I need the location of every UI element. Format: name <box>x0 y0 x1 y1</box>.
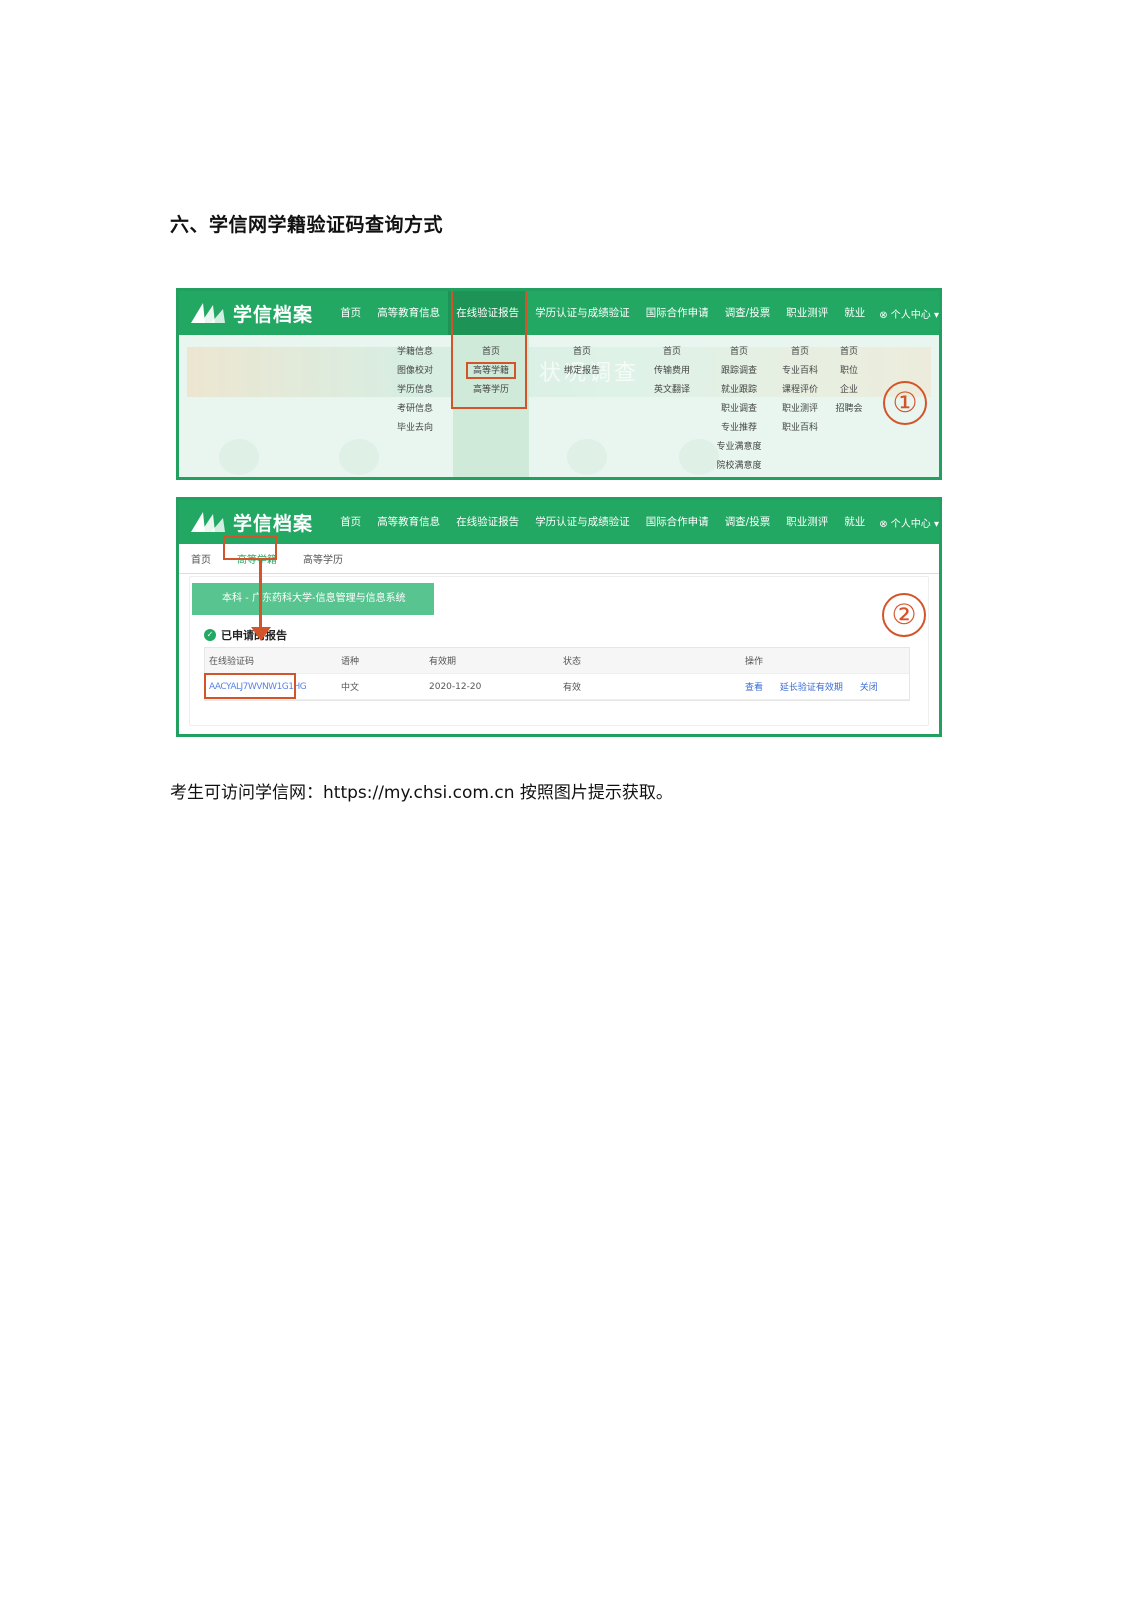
view-link[interactable]: 查看 <box>745 683 763 693</box>
nav-survey[interactable]: 调查/投票 <box>717 500 779 544</box>
col-header: 操作 <box>745 657 764 667</box>
sails-logo-icon <box>191 303 225 323</box>
applied-reports-title: ✓ 已申请的报告 <box>204 627 287 643</box>
close-link[interactable]: 关闭 <box>860 683 878 693</box>
menu-item[interactable]: 职业调查 <box>709 400 769 419</box>
bg-icon-user <box>219 439 259 475</box>
nav-intl[interactable]: 国际合作申请 <box>638 291 717 335</box>
nav-jobs[interactable]: 就业 <box>836 291 873 335</box>
nav-career-test[interactable]: 职业测评 <box>778 500 836 544</box>
subnav-home[interactable]: 首页 <box>191 551 211 566</box>
nav-dropdown-panel: 状况调查 学籍信息 图像校对 学历信息 考研信息 毕业去向 首页 高等学籍 高等… <box>179 335 939 477</box>
top-navbar: 学信档案 首页 高等教育信息 在线验证报告 学历认证与成绩验证 国际合作申请 调… <box>179 500 939 544</box>
dropdown-col-4: 首页 传输费用 英文翻译 <box>647 343 697 400</box>
menu-item[interactable]: 就业跟踪 <box>709 381 769 400</box>
expiry-cell: 2020-12-20 <box>429 681 482 692</box>
menu-item[interactable]: 院校满意度 <box>709 457 769 476</box>
table-header: 在线验证码 语种 有效期 状态 操作 <box>205 648 909 674</box>
menu-item[interactable]: 职业百科 <box>773 419 827 438</box>
menu-item[interactable]: 图像校对 <box>387 362 443 381</box>
dropdown-col-5: 首页 跟踪调查 就业跟踪 职业调查 专业推荐 专业满意度 院校满意度 <box>709 343 769 476</box>
actions-cell: 查看 延长验证有效期 关闭 <box>745 680 909 693</box>
arrow-line <box>259 560 262 631</box>
main-nav: 首页 高等教育信息 在线验证报告 学历认证与成绩验证 国际合作申请 调查/投票 … <box>332 291 939 335</box>
nav-home[interactable]: 首页 <box>332 500 369 544</box>
screenshot-report-list: 学信档案 首页 高等教育信息 在线验证报告 学历认证与成绩验证 国际合作申请 调… <box>176 497 942 737</box>
subnav-higher-degree[interactable]: 高等学历 <box>303 551 343 566</box>
language-cell: 中文 <box>341 683 360 693</box>
nav-jobs[interactable]: 就业 <box>836 500 873 544</box>
nav-online-report[interactable]: 在线验证报告 <box>448 500 527 544</box>
menu-item[interactable]: 专业推荐 <box>709 419 769 438</box>
col-header: 有效期 <box>429 657 457 667</box>
dropdown-col-1: 学籍信息 图像校对 学历信息 考研信息 毕业去向 <box>387 343 443 438</box>
system-banner: 本科 - 广东药科大学-信息管理与信息系统 <box>192 583 434 615</box>
logo-text: 学信档案 <box>233 512 314 535</box>
menu-item[interactable]: 专业满意度 <box>709 438 769 457</box>
report-table: 在线验证码 语种 有效期 状态 操作 AACYALJ7WVNW1G1HG 中文 … <box>204 647 910 701</box>
col-header: 状态 <box>563 657 582 667</box>
site-logo[interactable]: 学信档案 <box>189 300 331 327</box>
sub-nav: 首页 高等学籍 高等学历 <box>179 544 939 574</box>
menu-item[interactable]: 首页 <box>773 343 827 362</box>
main-nav: 首页 高等教育信息 在线验证报告 学历认证与成绩验证 国际合作申请 调查/投票 … <box>332 500 939 544</box>
menu-item[interactable]: 专业百科 <box>773 362 827 381</box>
highlight-online-report-column <box>451 291 527 409</box>
menu-item[interactable]: 职位 <box>831 362 867 381</box>
nav-intl[interactable]: 国际合作申请 <box>638 500 717 544</box>
menu-item[interactable]: 课程评价 <box>773 381 827 400</box>
highlight-verification-code <box>204 673 296 699</box>
logo-text: 学信档案 <box>233 303 314 326</box>
bg-icon-globe <box>567 439 607 475</box>
menu-item[interactable]: 考研信息 <box>387 400 443 419</box>
extend-validity-link[interactable]: 延长验证有效期 <box>780 683 843 693</box>
user-center-menu[interactable]: ⊗ 个人中心 ▾ <box>879 515 939 530</box>
menu-item[interactable]: 学历信息 <box>387 381 443 400</box>
menu-item[interactable]: 企业 <box>831 381 867 400</box>
nav-cert[interactable]: 学历认证与成绩验证 <box>527 291 638 335</box>
highlight-subnav-enrollment <box>223 536 277 560</box>
sails-logo-icon <box>191 512 225 532</box>
step-badge-2: ② <box>882 593 926 637</box>
arrow-down-icon <box>251 627 271 641</box>
menu-item[interactable]: 学籍信息 <box>387 343 443 362</box>
nav-home[interactable]: 首页 <box>332 291 369 335</box>
step-badge-1: ① <box>883 381 927 425</box>
instruction-text: 考生可访问学信网：https://my.chsi.com.cn 按照图片提示获取… <box>170 783 673 803</box>
menu-item[interactable]: 跟踪调查 <box>709 362 769 381</box>
menu-item[interactable]: 招聘会 <box>831 400 867 419</box>
dropdown-col-3: 首页 绑定报告 <box>557 343 607 381</box>
col-header: 语种 <box>341 657 360 667</box>
menu-item[interactable]: 职业测评 <box>773 400 827 419</box>
col-header: 在线验证码 <box>209 657 255 667</box>
check-circle-icon: ✓ <box>204 629 216 641</box>
nav-career-test[interactable]: 职业测评 <box>778 291 836 335</box>
table-row: AACYALJ7WVNW1G1HG 中文 2020-12-20 有效 查看 延长… <box>205 674 909 700</box>
menu-item[interactable]: 传输费用 <box>647 362 697 381</box>
top-navbar: 学信档案 首页 高等教育信息 在线验证报告 学历认证与成绩验证 国际合作申请 调… <box>179 291 939 335</box>
menu-item[interactable]: 英文翻译 <box>647 381 697 400</box>
menu-item[interactable]: 首页 <box>557 343 607 362</box>
section-heading: 六、学信网学籍验证码查询方式 <box>170 214 444 236</box>
dropdown-col-6: 首页 专业百科 课程评价 职业测评 职业百科 <box>773 343 827 438</box>
menu-item[interactable]: 毕业去向 <box>387 419 443 438</box>
user-center-menu[interactable]: ⊗ 个人中心 ▾ <box>879 306 939 321</box>
report-content: 本科 - 广东药科大学-信息管理与信息系统 ✓ 已申请的报告 在线验证码 语种 … <box>189 560 929 726</box>
dropdown-col-7: 首页 职位 企业 招聘会 <box>831 343 867 419</box>
nav-higher-edu[interactable]: 高等教育信息 <box>369 291 448 335</box>
status-cell: 有效 <box>563 683 582 693</box>
nav-higher-edu[interactable]: 高等教育信息 <box>369 500 448 544</box>
screenshot-menu-dropdown: 学信档案 首页 高等教育信息 在线验证报告 学历认证与成绩验证 国际合作申请 调… <box>176 288 942 480</box>
menu-item[interactable]: 首页 <box>831 343 867 362</box>
menu-item[interactable]: 绑定报告 <box>557 362 607 381</box>
bg-icon-check <box>339 439 379 475</box>
nav-survey[interactable]: 调查/投票 <box>717 291 779 335</box>
site-logo[interactable]: 学信档案 <box>189 509 331 536</box>
menu-item[interactable]: 首页 <box>709 343 769 362</box>
menu-item[interactable]: 首页 <box>647 343 697 362</box>
nav-cert[interactable]: 学历认证与成绩验证 <box>527 500 638 544</box>
